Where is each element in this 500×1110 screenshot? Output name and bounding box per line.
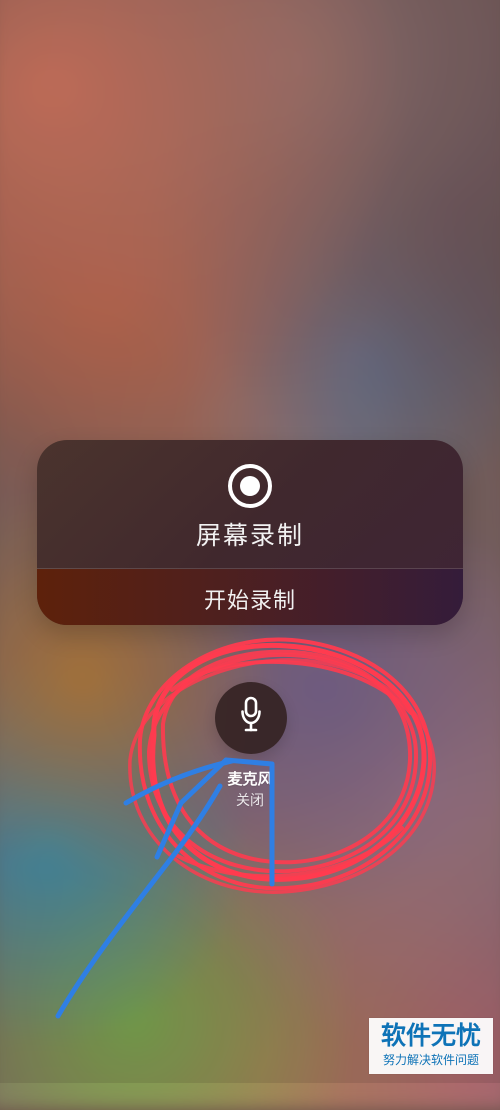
start-recording-label: 开始录制 — [203, 589, 296, 614]
watermark: 软件无忧 努力解决软件问题 — [369, 1018, 493, 1074]
watermark-title: 软件无忧 — [380, 1021, 481, 1050]
watermark-subtitle: 努力解决软件问题 — [382, 1053, 479, 1067]
microphone-icon — [241, 696, 261, 732]
record-icon — [228, 464, 272, 508]
microphone-button[interactable] — [215, 682, 287, 754]
screen-recording-title: 屏幕录制 — [195, 521, 304, 550]
microphone-status: 关闭 — [236, 793, 264, 809]
screen-recording-header: 屏幕录制 — [37, 440, 463, 568]
screen-recording-panel: 屏幕录制 开始录制 — [37, 440, 463, 625]
microphone-label: 麦克风 — [227, 770, 273, 788]
start-recording-button[interactable]: 开始录制 — [37, 569, 463, 625]
